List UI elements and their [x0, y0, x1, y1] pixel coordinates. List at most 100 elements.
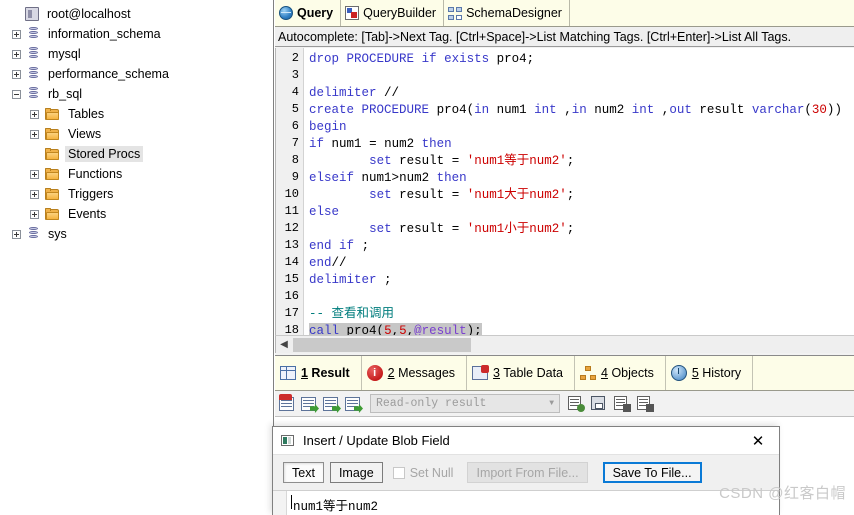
expander-plus-icon[interactable] — [12, 29, 21, 39]
tree-item-functions[interactable]: Functions — [0, 164, 273, 184]
line-number: 4 — [291, 85, 299, 99]
sql-code-content[interactable]: drop PROCEDURE if exists pro4; delimiter… — [305, 48, 854, 335]
tree-item-label: Tables — [68, 107, 105, 121]
globe-icon — [279, 6, 293, 20]
line-number: 3 — [291, 68, 299, 82]
editor-horizontal-scrollbar[interactable]: ◀ — [275, 335, 854, 353]
result-tab-label: 2 Messages — [387, 366, 456, 380]
result-tab-history[interactable]: 5 History — [666, 356, 754, 390]
tree-item-root[interactable]: root@localhost — [0, 4, 273, 24]
edit-record-icon[interactable] — [635, 394, 654, 413]
tree-item-rb-sql[interactable]: rb_sql — [0, 84, 273, 104]
blob-text-editor[interactable]: num1等于num2 — [287, 491, 779, 515]
tree-item-events[interactable]: Events — [0, 204, 273, 224]
line-number: 12 — [284, 221, 299, 235]
export-grid-icon-1[interactable] — [300, 394, 319, 413]
tree-item-label: Views — [68, 127, 102, 141]
history-icon — [670, 365, 687, 381]
text-tab-button[interactable]: Text — [283, 462, 324, 483]
tree-item-label: sys — [48, 227, 67, 241]
line-number: 17 — [284, 306, 299, 320]
code-line: if num1 = num2 then — [309, 137, 452, 151]
add-record-icon[interactable] — [566, 394, 585, 413]
result-tab-objects[interactable]: 4 Objects — [575, 356, 666, 390]
line-number: 15 — [284, 272, 299, 286]
sql-editor[interactable]: 2345678910111213141516171819 drop PROCED… — [275, 48, 854, 335]
code-line: call pro4(5,5,@result); — [309, 323, 482, 335]
line-number: 11 — [284, 204, 299, 218]
line-number: 7 — [291, 136, 299, 150]
delete-record-icon[interactable] — [612, 394, 631, 413]
tree-item-views[interactable]: Views — [0, 124, 273, 144]
export-grid-icon-2[interactable] — [322, 394, 341, 413]
result-mode-value: Read-only result — [376, 397, 487, 410]
code-line: end if ; — [309, 239, 370, 253]
set-null-checkbox[interactable] — [392, 466, 405, 479]
tree-item-performance-schema[interactable]: performance_schema — [0, 64, 273, 84]
code-line: delimiter ; — [309, 273, 392, 287]
result-tab-messages[interactable]: i 2 Messages — [362, 356, 468, 390]
expander-minus-icon[interactable] — [12, 89, 21, 99]
expander-plus-icon[interactable] — [30, 189, 39, 199]
expander-plus-icon[interactable] — [30, 209, 39, 219]
save-to-file-button[interactable]: Save To File... — [602, 462, 702, 483]
folder-icon — [45, 207, 60, 221]
result-tab-bar: 1 Result i 2 Messages 3 Table Data 4 Objects… — [275, 355, 854, 391]
code-line: -- 查看和调用 — [309, 307, 395, 321]
database-icon — [27, 227, 40, 241]
code-line: set result = 'num1大于num2'; — [369, 188, 575, 202]
tree-item-tables[interactable]: Tables — [0, 104, 273, 124]
autocomplete-hint: Autocomplete: [Tab]->Next Tag. [Ctrl+Spa… — [275, 27, 854, 47]
image-tab-button[interactable]: Image — [329, 462, 383, 483]
dialog-title-bar: Insert / Update Blob Field ✕ — [273, 427, 779, 454]
tree-item-mysql[interactable]: mysql — [0, 44, 273, 64]
line-number: 14 — [284, 255, 299, 269]
tree-item-triggers[interactable]: Triggers — [0, 184, 273, 204]
scroll-left-arrow-icon[interactable]: ◀ — [276, 337, 292, 353]
database-icon — [27, 47, 40, 61]
tree-item-label: information_schema — [48, 27, 161, 41]
scrollbar-thumb[interactable] — [293, 337, 471, 352]
line-number: 5 — [291, 102, 299, 116]
server-icon — [25, 7, 39, 21]
tree-item-stored-procs[interactable]: Stored Procs — [0, 144, 273, 164]
expander-plus-icon[interactable] — [30, 169, 39, 179]
result-tab-result[interactable]: 1 Result — [275, 356, 362, 390]
database-icon — [27, 27, 40, 41]
query-builder-icon — [345, 6, 360, 20]
code-line: set result = 'num1小于num2'; — [369, 222, 575, 236]
code-line: delimiter // — [309, 86, 400, 100]
result-tab-table-data[interactable]: 3 Table Data — [467, 356, 576, 390]
dialog-gutter — [273, 491, 287, 515]
save-record-icon[interactable] — [589, 394, 608, 413]
tab-label: Query — [297, 6, 334, 20]
export-grid-icon-3[interactable] — [344, 394, 363, 413]
expander-plus-icon[interactable] — [30, 129, 39, 139]
folder-icon — [45, 147, 60, 161]
tab-label: QueryBuilder — [363, 6, 437, 20]
expander-plus-icon[interactable] — [12, 49, 21, 59]
folder-icon — [45, 127, 60, 141]
code-line: drop PROCEDURE if exists pro4; — [309, 52, 535, 66]
tree-item-label: Stored Procs — [65, 146, 144, 162]
result-tab-label: 3 Table Data — [493, 366, 564, 380]
tab-querybuilder[interactable]: QueryBuilder — [341, 0, 445, 26]
folder-icon — [45, 107, 60, 121]
set-null-checkbox-group[interactable]: Set Null — [392, 466, 453, 480]
close-icon[interactable]: ✕ — [737, 427, 779, 454]
tab-query[interactable]: Query — [275, 0, 342, 26]
expander-plus-icon[interactable] — [12, 229, 21, 239]
tree-item-information-schema[interactable]: information_schema — [0, 24, 273, 44]
grid-view-icon[interactable] — [278, 394, 297, 413]
blob-field-icon — [281, 435, 294, 446]
info-icon: i — [366, 365, 383, 381]
result-toolbar: Read-only result ▼ — [275, 391, 854, 417]
result-mode-select[interactable]: Read-only result ▼ — [370, 394, 560, 413]
expander-plus-icon[interactable] — [30, 109, 39, 119]
tree-item-sys[interactable]: sys — [0, 224, 273, 244]
blob-text-value: num1等于num2 — [293, 500, 379, 514]
expander-plus-icon[interactable] — [12, 69, 21, 79]
tab-schemadesigner[interactable]: SchemaDesigner — [444, 0, 570, 26]
